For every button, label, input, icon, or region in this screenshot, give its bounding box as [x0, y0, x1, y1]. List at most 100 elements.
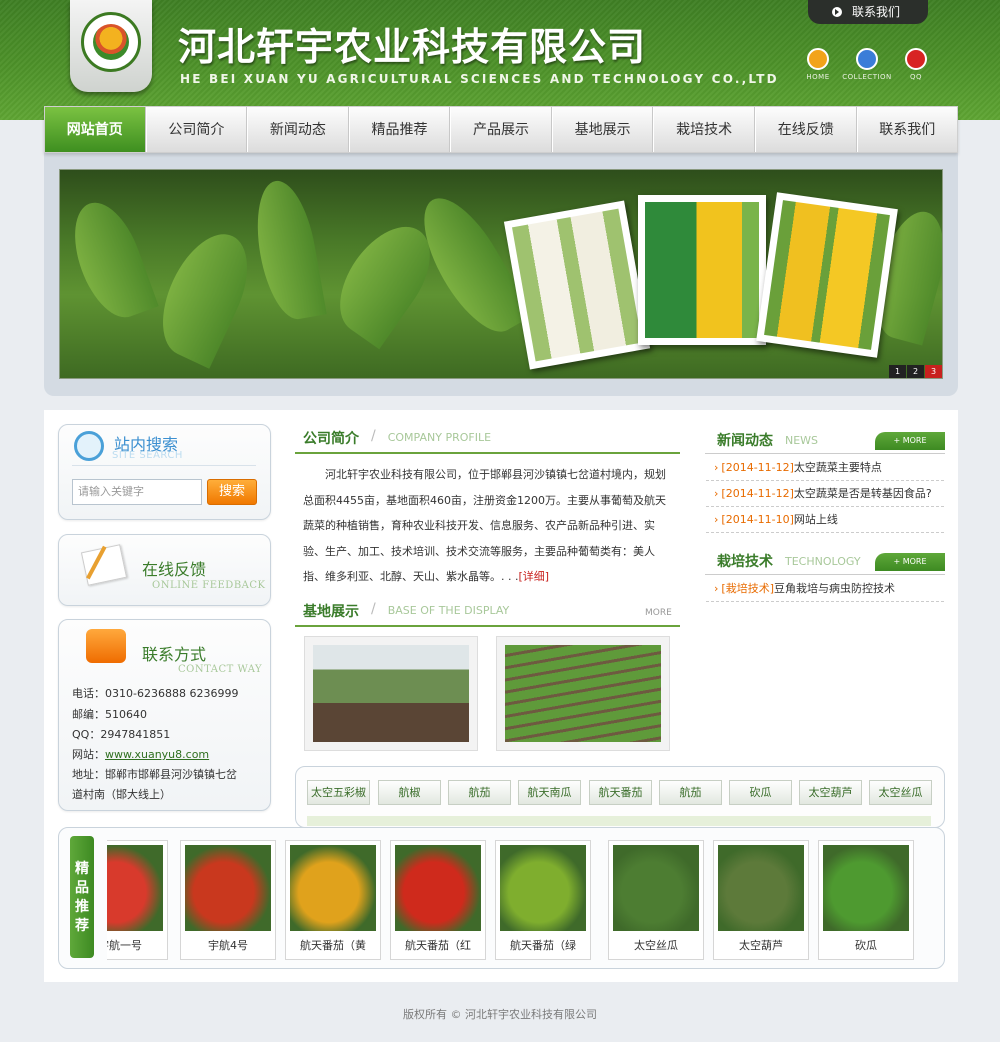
company-name: 河北轩宇农业科技有限公司: [178, 25, 647, 69]
search-button[interactable]: 搜索: [207, 479, 257, 505]
search-input[interactable]: 请输入关键字: [72, 479, 202, 505]
banner-pager: 1 2 3: [888, 365, 942, 378]
contact-title-en: CONTACT WAY: [178, 664, 263, 675]
search-title-en: SITE SEARCH: [112, 450, 183, 461]
product-image: [718, 845, 804, 931]
category-tab[interactable]: 航茄: [448, 780, 511, 805]
news-title: 新闻动态: [717, 433, 773, 449]
base-header: 基地展示 / BASE OF THE DISPLAY: [295, 601, 680, 627]
contact-website-label: 网站：: [72, 748, 105, 761]
tech-title-en: TECHNOLOGY: [785, 555, 861, 568]
feedback-title-en: ONLINE FEEDBACK: [152, 580, 266, 591]
product-name: 航天番茄（红: [405, 939, 471, 952]
profile-title-en: COMPANY PROFILE: [387, 431, 492, 444]
qq-icon: [905, 48, 927, 70]
news-date: [2014-11-12]: [721, 461, 794, 474]
news-more-button[interactable]: + MORE: [875, 432, 945, 450]
product-name: 宇航4号: [208, 939, 248, 952]
qq-link-label: QQ: [909, 73, 923, 81]
base-title: 基地展示: [303, 604, 359, 620]
product-card[interactable]: 太空葫芦: [713, 840, 809, 960]
contact-phone: 电话：0310-6236888 6236999: [72, 687, 239, 700]
base-photo-greenhouse[interactable]: [304, 636, 478, 751]
news-text: 太空蔬菜是否是转基因食品?: [793, 487, 932, 500]
news-item[interactable]: › [2014-11-12]太空蔬菜是否是转基因食品?: [706, 481, 944, 507]
category-tab[interactable]: 航天南瓜: [518, 780, 581, 805]
nav-base[interactable]: 基地展示: [551, 107, 654, 152]
profile-title: 公司简介: [303, 431, 359, 447]
category-content-bar: [307, 816, 931, 826]
category-tab[interactable]: 砍瓜: [729, 780, 792, 805]
tech-item[interactable]: › [栽培技术]豆角栽培与病虫防控技术: [706, 576, 944, 602]
nav-contact[interactable]: 联系我们: [856, 107, 958, 152]
profile-header: 公司简介 / COMPANY PROFILE: [295, 428, 680, 454]
product-card[interactable]: 太空丝瓜: [608, 840, 704, 960]
contact-us-label: 联系我们: [852, 5, 901, 19]
tech-header: 栽培技术 TECHNOLOGY + MORE: [705, 551, 945, 575]
base-more-link[interactable]: MORE: [645, 608, 672, 618]
category-tab[interactable]: 航椒: [378, 780, 441, 805]
nav-home[interactable]: 网站首页: [45, 107, 146, 152]
company-name-en: HE BEI XUAN YU AGRICULTURAL SCIENCES AND…: [180, 72, 779, 86]
main-nav: 网站首页 公司简介 新闻动态 精品推荐 产品展示 基地展示 栽培技术 在线反馈 …: [44, 106, 958, 153]
nav-cultivation[interactable]: 栽培技术: [653, 107, 755, 152]
nav-company-profile[interactable]: 公司简介: [145, 107, 248, 152]
contact-us-link[interactable]: 联系我们: [808, 0, 928, 24]
product-card[interactable]: 航天番茄（绿: [495, 840, 591, 960]
banner-photo-white-corn: [503, 200, 651, 370]
news-text: 网站上线: [793, 513, 838, 526]
banner-page-2[interactable]: 2: [907, 365, 924, 378]
tech-title: 栽培技术: [717, 554, 773, 570]
product-card[interactable]: 宇航一号: [107, 840, 168, 960]
product-card[interactable]: 砍瓜: [818, 840, 914, 960]
product-card[interactable]: 航天番茄（黄: [285, 840, 381, 960]
banner-slideshow[interactable]: 1 2 3: [59, 169, 943, 379]
product-card[interactable]: 航天番茄（红: [390, 840, 486, 960]
base-title-en: BASE OF THE DISPLAY: [387, 604, 510, 617]
logo-emblem: [81, 12, 141, 72]
product-image: [613, 845, 699, 931]
banner-page-1[interactable]: 1: [889, 365, 906, 378]
nav-feedback[interactable]: 在线反馈: [754, 107, 857, 152]
nav-featured[interactable]: 精品推荐: [348, 107, 451, 152]
news-date: [2014-11-12]: [721, 487, 794, 500]
product-image: [290, 845, 376, 931]
magnifier-icon: [74, 431, 104, 461]
featured-products-scroller[interactable]: 宇航一号 宇航4号 航天番茄（黄 航天番茄（红 航天番茄（绿 太空丝瓜 太空葫芦…: [107, 840, 933, 962]
tech-tag: [栽培技术]: [721, 582, 774, 595]
company-logo[interactable]: [70, 0, 152, 92]
product-image: [395, 845, 481, 931]
category-tab[interactable]: 太空五彩椒: [307, 780, 370, 805]
play-icon: [832, 7, 842, 17]
category-tab[interactable]: 航天番茄: [589, 780, 652, 805]
contact-website-row: 网站：www.xuanyu8.com: [72, 746, 209, 762]
news-title-en: NEWS: [785, 434, 819, 447]
tech-more-button[interactable]: + MORE: [875, 553, 945, 571]
category-tab[interactable]: 太空葫芦: [799, 780, 862, 805]
product-image: [823, 845, 909, 931]
category-tab[interactable]: 太空丝瓜: [869, 780, 932, 805]
category-tab[interactable]: 航茄: [659, 780, 722, 805]
contact-postcode: 邮编：510640: [72, 708, 147, 721]
featured-label: 精品推荐: [70, 836, 94, 958]
mail-icon: [856, 48, 878, 70]
qq-link[interactable]: QQ: [886, 48, 946, 81]
banner-page-3[interactable]: 3: [925, 365, 942, 378]
product-name: 太空丝瓜: [634, 939, 678, 952]
profile-more-link[interactable]: [详细]: [518, 570, 549, 583]
news-item[interactable]: › [2014-11-12]太空蔬菜主要特点: [706, 455, 944, 481]
contact-address-2: 道村南（邯大线上）: [72, 788, 171, 801]
product-name: 砍瓜: [855, 939, 877, 952]
news-item[interactable]: › [2014-11-10]网站上线: [706, 507, 944, 533]
banner-photo-yellow-corn: [638, 195, 766, 345]
profile-text: 河北轩宇农业科技有限公司，位于邯郸县河沙镇镇七岔道村境内，规划总面积4455亩，…: [303, 462, 673, 590]
phone-icon: [86, 629, 126, 663]
nav-products[interactable]: 产品展示: [450, 107, 552, 152]
product-card[interactable]: 宇航4号: [180, 840, 276, 960]
tech-text: 豆角栽培与病虫防控技术: [774, 582, 895, 595]
contact-website-link[interactable]: www.xuanyu8.com: [105, 748, 209, 761]
banner-photo-sweet-corn: [756, 192, 898, 358]
nav-news[interactable]: 新闻动态: [247, 107, 349, 152]
news-text: 太空蔬菜主要特点: [793, 461, 882, 474]
base-photo-seedlings[interactable]: [496, 636, 670, 751]
